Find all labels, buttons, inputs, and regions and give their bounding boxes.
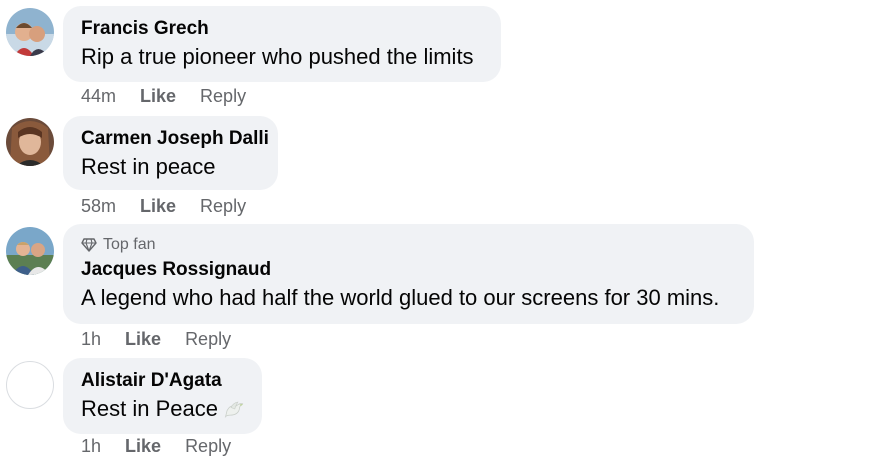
comment-text: Rest in peace xyxy=(81,154,216,179)
dove-icon xyxy=(224,401,244,418)
reply-button[interactable]: Reply xyxy=(200,196,246,217)
avatar[interactable] xyxy=(6,118,54,166)
comment-timestamp[interactable]: 1h xyxy=(81,329,101,350)
comment-text-content: Rest in Peace xyxy=(81,396,218,421)
diamond-icon xyxy=(81,238,97,252)
avatar[interactable] xyxy=(6,361,54,409)
reply-button[interactable]: Reply xyxy=(185,329,231,350)
comment-timestamp[interactable]: 1h xyxy=(81,436,101,457)
top-fan-badge[interactable]: Top fan xyxy=(81,235,736,255)
comment-actions: 58m Like Reply xyxy=(81,196,270,217)
comment-bubble: Top fan Jacques Rossignaud A legend who … xyxy=(63,224,754,324)
comment-bubble: Carmen Joseph Dalli Rest in peace xyxy=(63,116,278,190)
comment-text: Rest in Peace xyxy=(81,395,244,423)
comment-bubble: Francis Grech Rip a true pioneer who pus… xyxy=(63,6,501,82)
reply-button[interactable]: Reply xyxy=(185,436,231,457)
like-button[interactable]: Like xyxy=(140,86,176,107)
comment-text: Rip a true pioneer who pushed the limits xyxy=(81,44,474,69)
comment-bubble: Alistair D'Agata Rest in Peace xyxy=(63,358,262,434)
comment-actions: 1h Like Reply xyxy=(81,329,255,350)
comment-timestamp[interactable]: 44m xyxy=(81,86,116,107)
like-button[interactable]: Like xyxy=(125,329,161,350)
comment-author[interactable]: Carmen Joseph Dalli xyxy=(81,128,269,150)
comment-timestamp[interactable]: 58m xyxy=(81,196,116,217)
avatar[interactable] xyxy=(6,8,54,56)
comment-author[interactable]: Jacques Rossignaud xyxy=(81,259,736,281)
like-button[interactable]: Like xyxy=(140,196,176,217)
like-button[interactable]: Like xyxy=(125,436,161,457)
top-fan-label: Top fan xyxy=(103,236,156,253)
reply-button[interactable]: Reply xyxy=(200,86,246,107)
avatar[interactable] xyxy=(6,227,54,275)
comment-actions: 44m Like Reply xyxy=(81,86,270,107)
comment-author[interactable]: Alistair D'Agata xyxy=(81,370,244,392)
comment-author[interactable]: Francis Grech xyxy=(81,18,483,40)
comment-text: A legend who had half the world glued to… xyxy=(81,285,720,310)
comment-actions: 1h Like Reply xyxy=(81,436,255,457)
